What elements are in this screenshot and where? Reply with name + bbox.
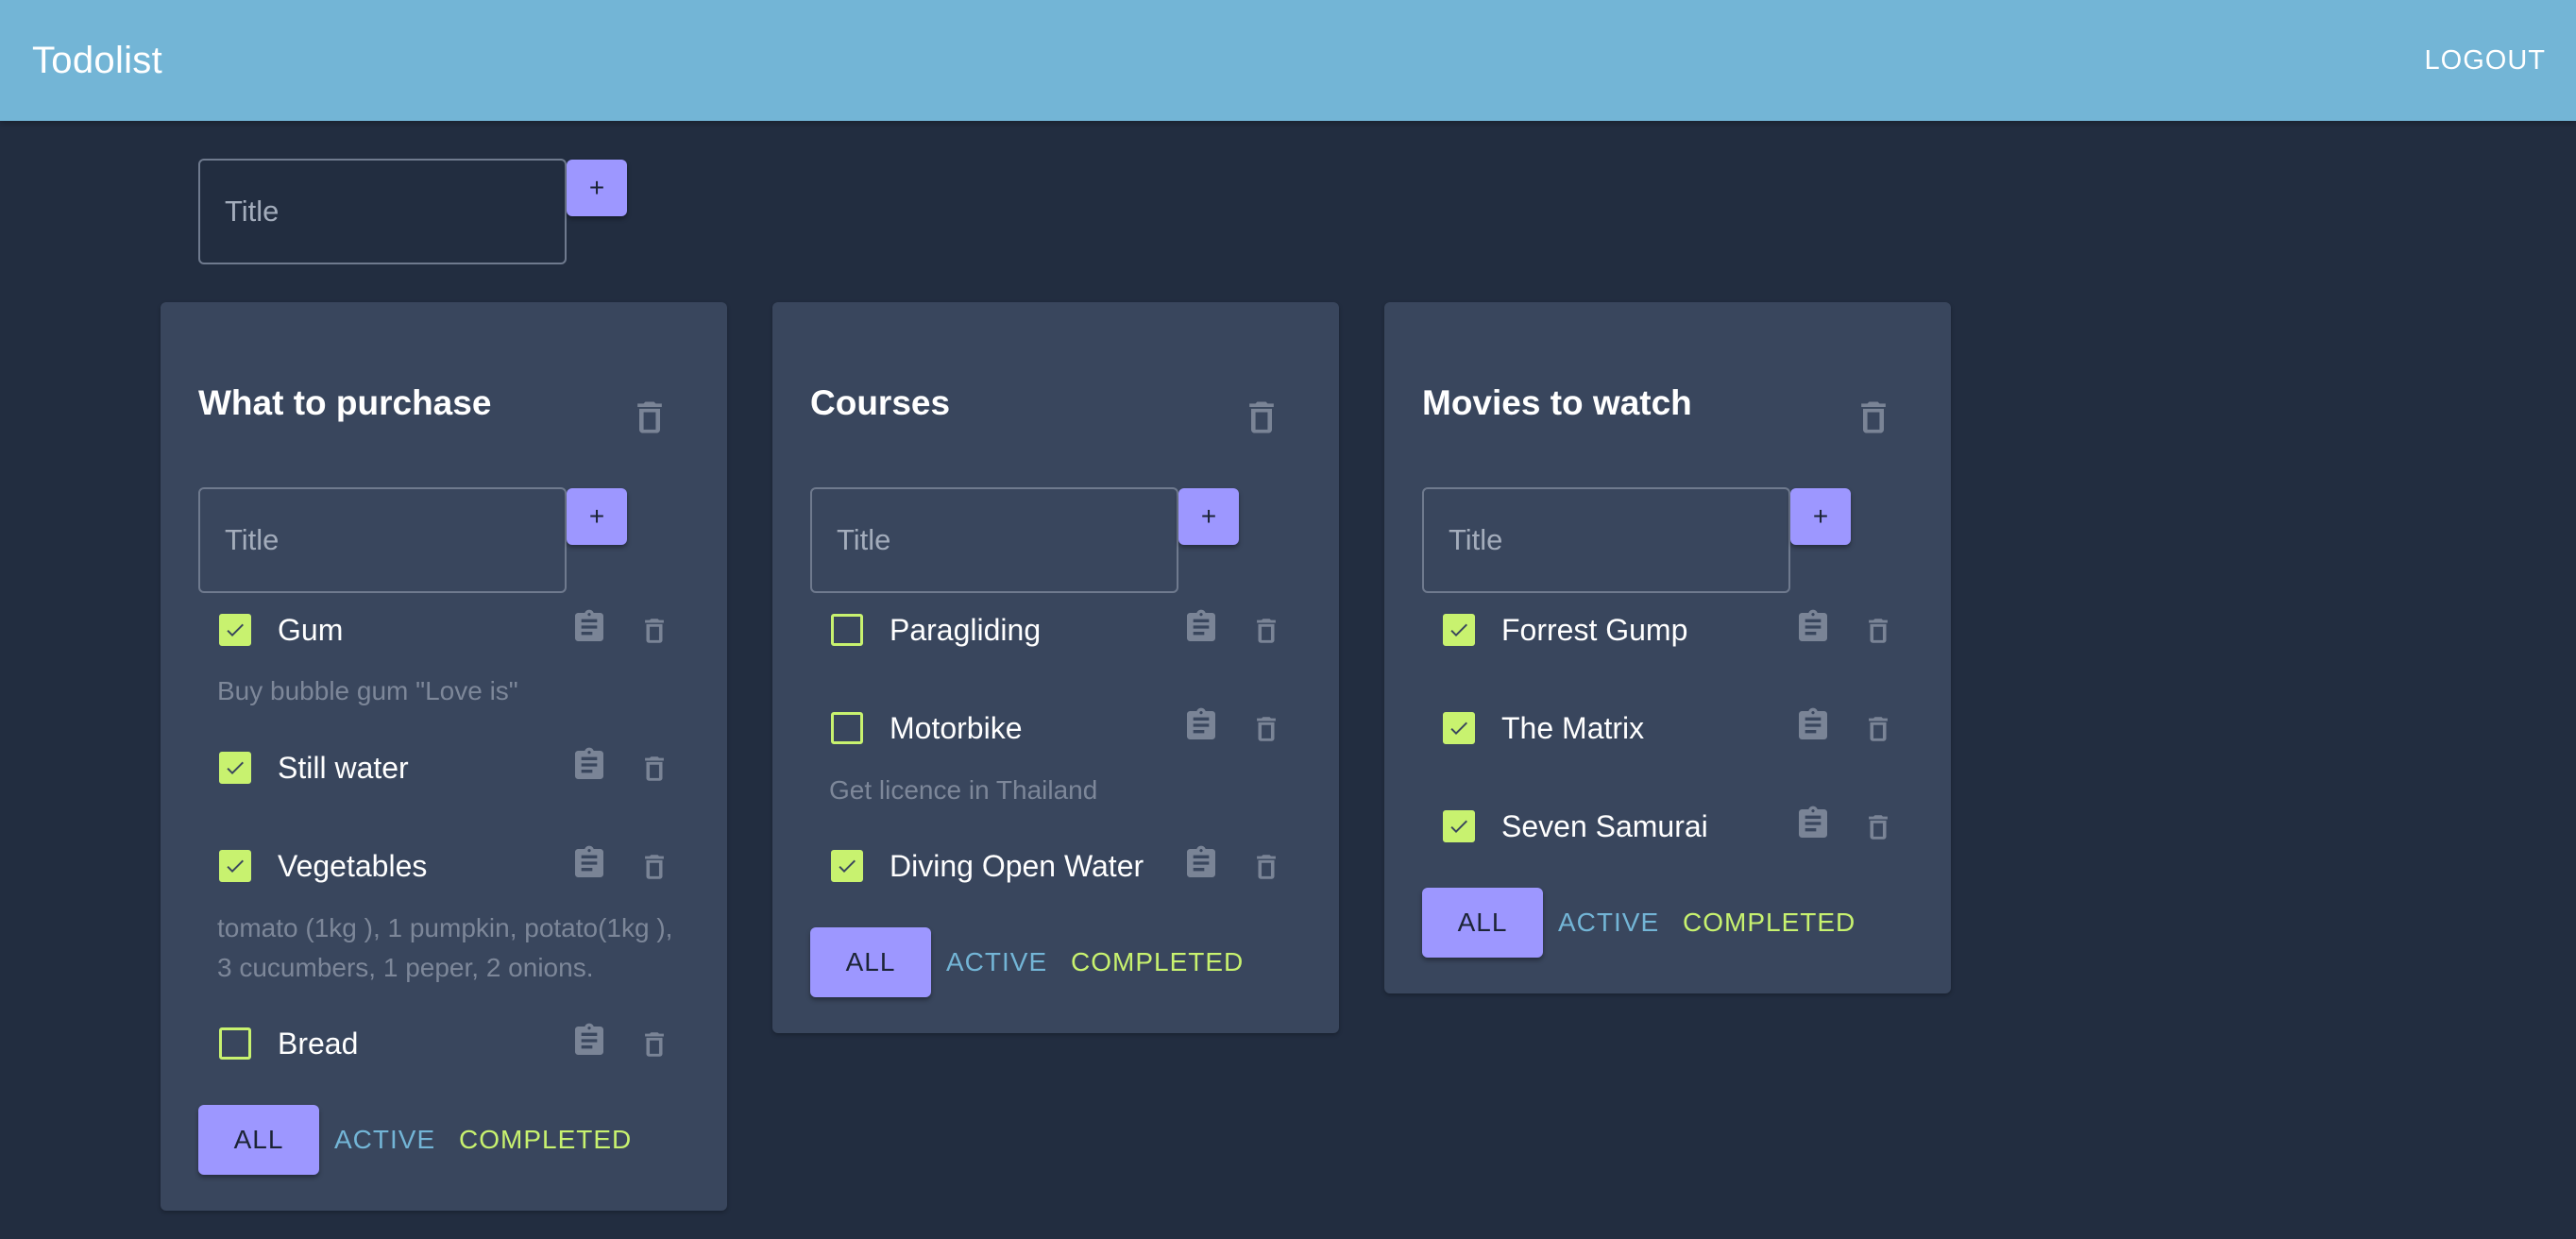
checkmark-icon <box>227 761 244 774</box>
task-label[interactable]: Paragliding <box>890 610 1041 650</box>
task-title-field[interactable] <box>198 487 567 593</box>
checkmark-icon <box>1450 721 1467 735</box>
trash-icon[interactable] <box>1862 612 1894 650</box>
task-checkbox[interactable] <box>1443 712 1475 744</box>
checkmark-icon <box>839 859 856 873</box>
list-title: What to purchase <box>198 383 492 422</box>
add-task-button[interactable]: + <box>567 488 627 545</box>
task-description: Get licence in Thailand <box>829 775 1098 805</box>
filter-active-button[interactable]: ACTIVE <box>1558 888 1659 958</box>
task-title-input[interactable] <box>200 489 565 591</box>
app-title: Todolist <box>32 40 163 81</box>
task-description: Buy bubble gum "Love is" <box>217 676 518 705</box>
filter-active-button[interactable]: ACTIVE <box>946 927 1047 997</box>
clipboard-icon[interactable] <box>570 1020 608 1061</box>
add-task-button[interactable]: + <box>1790 488 1851 545</box>
task-label[interactable]: Bread <box>278 1024 358 1063</box>
filter-completed-button[interactable]: COMPLETED <box>1683 888 1856 958</box>
filter-active-button[interactable]: ACTIVE <box>334 1105 435 1175</box>
task-title-field[interactable] <box>1422 487 1790 593</box>
task-description-line: tomato (1kg ), 1 pumpkin, potato(1kg ), <box>217 913 673 942</box>
task-item: Vegetables <box>161 833 727 899</box>
task-checkbox[interactable] <box>219 850 251 882</box>
filter-completed-button[interactable]: COMPLETED <box>1071 927 1244 997</box>
clipboard-icon[interactable] <box>570 606 608 648</box>
trash-icon[interactable] <box>638 750 670 788</box>
task-label[interactable]: Gum <box>278 610 343 650</box>
task-item: Diving Open Water <box>772 833 1339 899</box>
task-description: tomato (1kg ), 1 pumpkin, potato(1kg ), … <box>217 908 708 988</box>
task-item: Still water <box>161 735 727 801</box>
clipboard-icon[interactable] <box>1182 606 1220 648</box>
trash-icon[interactable] <box>638 848 670 886</box>
clipboard-icon[interactable] <box>570 842 608 884</box>
task-label[interactable]: Diving Open Water <box>890 846 1144 886</box>
checkmark-icon <box>227 623 244 636</box>
task-title-input[interactable] <box>1424 489 1788 591</box>
task-checkbox[interactable] <box>1443 810 1475 842</box>
new-list-title-field[interactable] <box>198 159 567 264</box>
trash-icon[interactable] <box>1241 393 1282 442</box>
task-item: Gum <box>161 597 727 663</box>
task-checkbox[interactable] <box>219 752 251 784</box>
task-label[interactable]: Seven Samurai <box>1501 806 1708 846</box>
clipboard-icon[interactable] <box>1794 606 1832 648</box>
filter-all-button[interactable]: ALL <box>198 1105 319 1175</box>
task-checkbox[interactable] <box>831 614 863 646</box>
task-item: Bread <box>161 1010 727 1077</box>
clipboard-icon[interactable] <box>1182 842 1220 884</box>
clipboard-icon[interactable] <box>570 744 608 786</box>
task-title-field[interactable] <box>810 487 1178 593</box>
task-checkbox[interactable] <box>831 712 863 744</box>
add-list-button[interactable]: + <box>567 160 627 216</box>
add-task-button[interactable]: + <box>1178 488 1239 545</box>
trash-icon[interactable] <box>1862 808 1894 846</box>
task-title-input[interactable] <box>812 489 1177 591</box>
todolist-card-what-to-purchase: What to purchase + Gum Buy bubble gum "L… <box>161 302 727 1211</box>
checkmark-icon <box>227 859 244 873</box>
trash-icon[interactable] <box>1250 710 1282 748</box>
task-item: Paragliding <box>772 597 1339 663</box>
todolist-card-movies-to-watch: Movies to watch + Forrest Gump The Matri… <box>1384 302 1951 993</box>
task-checkbox[interactable] <box>219 614 251 646</box>
clipboard-icon[interactable] <box>1794 704 1832 746</box>
task-item: Seven Samurai <box>1384 793 1951 859</box>
checkmark-icon <box>1450 820 1467 833</box>
logout-button[interactable]: LOGOUT <box>2425 40 2546 81</box>
filter-completed-button[interactable]: COMPLETED <box>459 1105 632 1175</box>
trash-icon[interactable] <box>1853 393 1894 442</box>
list-title: Courses <box>810 383 951 422</box>
task-checkbox[interactable] <box>219 1027 251 1060</box>
task-label[interactable]: Still water <box>278 748 409 788</box>
task-label[interactable]: Motorbike <box>890 708 1023 748</box>
checkmark-icon <box>1450 623 1467 636</box>
task-label[interactable]: Vegetables <box>278 846 427 886</box>
clipboard-icon[interactable] <box>1182 704 1220 746</box>
trash-icon[interactable] <box>629 393 670 442</box>
task-item: The Matrix <box>1384 695 1951 761</box>
todolist-card-courses: Courses + Paragliding Motorbike Get lice… <box>772 302 1339 1033</box>
trash-icon[interactable] <box>638 612 670 650</box>
trash-icon[interactable] <box>1250 848 1282 886</box>
trash-icon[interactable] <box>1862 710 1894 748</box>
list-title: Movies to watch <box>1422 383 1692 422</box>
trash-icon[interactable] <box>638 1026 670 1063</box>
trash-icon[interactable] <box>1250 612 1282 650</box>
task-item: Forrest Gump <box>1384 597 1951 663</box>
task-label[interactable]: The Matrix <box>1501 708 1644 748</box>
task-item: Motorbike <box>772 695 1339 761</box>
filter-all-button[interactable]: ALL <box>1422 888 1543 958</box>
task-checkbox[interactable] <box>831 850 863 882</box>
task-checkbox[interactable] <box>1443 614 1475 646</box>
new-list-title-input[interactable] <box>200 161 565 263</box>
task-description-line: 3 cucumbers, 1 peper, 2 onions. <box>217 953 594 982</box>
task-label[interactable]: Forrest Gump <box>1501 610 1687 650</box>
app-bar: Todolist LOGOUT <box>0 0 2576 121</box>
filter-all-button[interactable]: ALL <box>810 927 931 997</box>
clipboard-icon[interactable] <box>1794 803 1832 844</box>
